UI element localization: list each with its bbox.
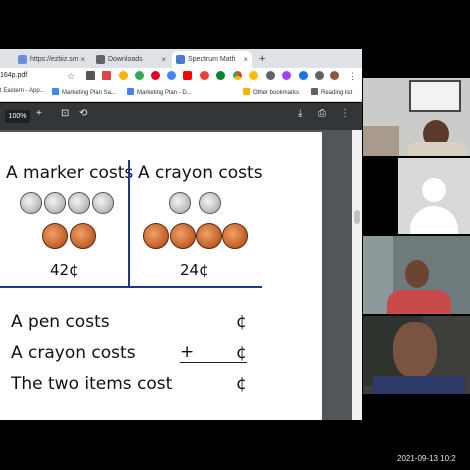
reading-list-icon xyxy=(311,88,318,95)
cent-sign: ¢ xyxy=(236,343,247,363)
bookmark-item[interactable]: Marketing Plan - D... xyxy=(127,88,192,96)
marker-heading: A marker costs xyxy=(6,163,134,183)
drive-icon[interactable] xyxy=(119,71,128,80)
close-icon[interactable]: × xyxy=(80,51,85,68)
meet-icon[interactable] xyxy=(216,71,225,80)
marker-price: 42¢ xyxy=(50,261,79,279)
maps-icon[interactable] xyxy=(135,71,144,80)
menu-dots-icon[interactable]: ⋮ xyxy=(348,71,357,81)
url-text[interactable]: 164p.pdf xyxy=(0,72,27,79)
ads-icon[interactable] xyxy=(167,71,176,80)
dime-coin xyxy=(92,192,114,214)
doc-icon xyxy=(127,88,134,95)
zoom-in-button[interactable]: + xyxy=(36,108,42,119)
plus-sign: + xyxy=(180,342,195,362)
globe-icon xyxy=(176,55,185,64)
bookmark-item[interactable]: Reading list xyxy=(311,88,352,96)
dime-coin xyxy=(199,192,221,214)
bookmark-item[interactable]: Marketing Plan Sa... xyxy=(52,88,116,96)
pdf-toolbar xyxy=(0,103,362,130)
participant-body xyxy=(373,376,465,394)
room-clutter xyxy=(363,126,399,156)
dime-coin xyxy=(20,192,42,214)
avatar-head xyxy=(422,178,446,202)
doc-icon xyxy=(52,88,59,95)
cent-sign: ¢ xyxy=(236,312,247,332)
timestamp: 2021-09-13 10:2 xyxy=(397,454,456,463)
crayon-price: 24¢ xyxy=(180,261,209,279)
star-icon[interactable]: ☆ xyxy=(67,71,75,81)
penny-coin xyxy=(143,223,169,249)
tab-ezbiz[interactable]: https://ezbiz.sm × xyxy=(14,51,89,68)
fit-page-icon[interactable]: ⊡ xyxy=(61,108,69,119)
penny-coin xyxy=(42,223,68,249)
rotate-icon[interactable]: ⟲ xyxy=(79,108,87,119)
crayon-cost-label: A crayon costs xyxy=(11,343,136,363)
participant-video xyxy=(363,78,470,156)
grid-icon[interactable] xyxy=(299,71,308,80)
youtube-icon[interactable] xyxy=(183,71,192,80)
penny-coin xyxy=(70,223,96,249)
bookmark-item[interactable]: t Eastern - App... xyxy=(0,88,45,94)
total-cost-label: The two items cost xyxy=(11,374,173,394)
participant-head xyxy=(405,260,429,288)
tab-label: Spectrum Math xyxy=(188,56,236,63)
participant-body xyxy=(407,142,467,156)
section-divider xyxy=(0,286,262,288)
extension-icon[interactable] xyxy=(86,71,95,80)
new-tab-button[interactable]: + xyxy=(256,51,270,68)
participant-video xyxy=(363,236,470,314)
tab-label: https://ezbiz.sm xyxy=(30,56,79,63)
tab-spectrum-math[interactable]: Spectrum Math × xyxy=(172,51,252,68)
dime-coin xyxy=(44,192,66,214)
avatar[interactable] xyxy=(330,71,339,80)
chrome-icon[interactable] xyxy=(233,71,242,80)
column-divider xyxy=(128,160,130,286)
penny-coin xyxy=(196,223,222,249)
scrollbar-thumb[interactable] xyxy=(354,210,360,224)
camera-icon[interactable] xyxy=(266,71,275,80)
keep-icon[interactable] xyxy=(249,71,258,80)
tab-bar: https://ezbiz.sm × Downloads × Spectrum … xyxy=(0,49,362,68)
sum-line xyxy=(180,362,247,363)
participant-placeholder xyxy=(398,158,470,234)
bookmark-item[interactable]: Other bookmarks xyxy=(243,88,299,96)
download-icon xyxy=(96,55,105,64)
penny-coin xyxy=(222,223,248,249)
pinterest-icon[interactable] xyxy=(151,71,160,80)
close-icon[interactable]: × xyxy=(243,51,248,68)
close-icon[interactable]: × xyxy=(161,51,166,68)
scrollbar[interactable] xyxy=(352,130,362,420)
mail-icon[interactable] xyxy=(102,71,111,80)
avatar-body xyxy=(410,206,458,234)
photos-icon[interactable] xyxy=(282,71,291,80)
pen-cost-label: A pen costs xyxy=(11,312,110,332)
puzzle-icon[interactable] xyxy=(315,71,324,80)
participant-head xyxy=(393,322,437,378)
globe-icon xyxy=(18,55,27,64)
more-icon[interactable]: ⋮ xyxy=(340,108,350,119)
zoom-level[interactable]: 100% xyxy=(5,110,30,123)
folder-icon xyxy=(243,88,250,95)
participant-video xyxy=(363,316,470,394)
tab-label: Downloads xyxy=(108,56,143,63)
window-blinds xyxy=(409,80,461,112)
download-icon[interactable]: ⤓ xyxy=(298,108,302,119)
tab-downloads[interactable]: Downloads × xyxy=(92,51,170,68)
dime-coin xyxy=(68,192,90,214)
cent-sign: ¢ xyxy=(236,374,247,394)
dime-coin xyxy=(169,192,191,214)
participant-body xyxy=(387,290,451,314)
gmail-icon[interactable] xyxy=(200,71,209,80)
print-icon[interactable]: ⎙ xyxy=(318,108,326,119)
crayon-heading: A crayon costs xyxy=(138,163,263,183)
penny-coin xyxy=(170,223,196,249)
